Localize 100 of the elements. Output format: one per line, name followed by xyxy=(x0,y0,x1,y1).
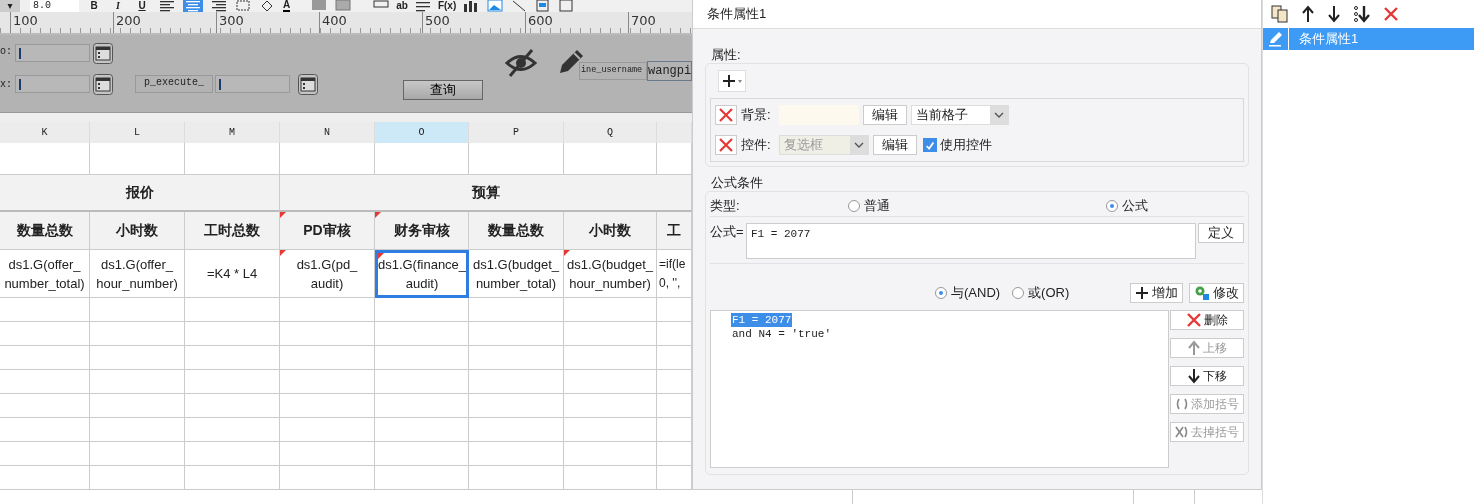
logic-radio[interactable]: 与(AND) xyxy=(935,284,1001,302)
table-cell[interactable] xyxy=(185,346,280,370)
calendar-icon[interactable] xyxy=(93,43,113,64)
table-cell[interactable] xyxy=(375,322,469,346)
add-button[interactable]: 增加 xyxy=(1130,283,1183,303)
table-cell[interactable] xyxy=(90,298,185,322)
table-cell[interactable] xyxy=(469,322,564,346)
table-cell[interactable] xyxy=(0,442,90,466)
table-cell[interactable] xyxy=(280,466,375,490)
table-cell[interactable] xyxy=(185,418,280,442)
table-cell[interactable] xyxy=(469,394,564,418)
eye-slash-icon[interactable] xyxy=(505,48,537,78)
column-header[interactable] xyxy=(657,122,692,143)
table-cell[interactable] xyxy=(375,346,469,370)
image-icon[interactable] xyxy=(486,0,505,12)
table-cell[interactable] xyxy=(90,322,185,346)
table-cell[interactable] xyxy=(280,418,375,442)
format-button[interactable]: I xyxy=(109,0,127,12)
move-bottom-icon[interactable] xyxy=(1353,5,1371,23)
input-field[interactable] xyxy=(15,44,90,62)
delete-icon[interactable] xyxy=(1383,6,1399,22)
table-cell[interactable] xyxy=(280,322,375,346)
move-up-icon[interactable] xyxy=(1301,5,1315,23)
scope-select[interactable]: 当前格子 xyxy=(911,105,1009,125)
modify-button[interactable]: 修改 xyxy=(1189,283,1244,303)
table-cell[interactable] xyxy=(185,322,280,346)
font-size-field[interactable]: 8.0 xyxy=(30,0,79,12)
column-header[interactable]: L xyxy=(90,122,185,143)
table-cell[interactable] xyxy=(0,394,90,418)
column-header[interactable]: Q xyxy=(564,122,657,143)
table-cell[interactable] xyxy=(0,346,90,370)
table-cell[interactable] xyxy=(375,298,469,322)
table-cell[interactable] xyxy=(0,466,90,490)
lines-icon[interactable] xyxy=(413,0,432,12)
table-cell[interactable]: ds1.G(finance_ audit) xyxy=(375,250,469,298)
table-cell[interactable] xyxy=(375,370,469,394)
table-cell[interactable] xyxy=(469,370,564,394)
table-cell[interactable] xyxy=(375,442,469,466)
column-header[interactable]: P xyxy=(469,122,564,143)
table-cell[interactable] xyxy=(185,370,280,394)
table-cell[interactable] xyxy=(90,418,185,442)
input-field[interactable]: wangpi xyxy=(647,61,692,81)
table-cell[interactable] xyxy=(280,442,375,466)
table-cell[interactable] xyxy=(280,370,375,394)
column-header[interactable]: O xyxy=(375,122,469,143)
column-header[interactable]: M xyxy=(185,122,280,143)
table-cell[interactable] xyxy=(90,466,185,490)
formula-input[interactable]: F1 = 2077 xyxy=(746,223,1196,259)
table-cell[interactable] xyxy=(280,394,375,418)
text-box-button[interactable]: ab xyxy=(396,0,408,12)
table-cell[interactable] xyxy=(0,370,90,394)
table-cell[interactable] xyxy=(564,442,657,466)
format-button[interactable]: U xyxy=(133,0,151,12)
table-cell[interactable] xyxy=(469,298,564,322)
logic-radio[interactable]: 或(OR) xyxy=(1012,284,1070,302)
border-icon[interactable] xyxy=(235,0,253,12)
checkbox[interactable] xyxy=(923,138,937,152)
move-down-icon[interactable] xyxy=(1327,5,1341,23)
table-cell[interactable] xyxy=(469,466,564,490)
table-cell[interactable]: ds1.G(pd_ audit) xyxy=(280,250,375,298)
edit-button[interactable]: 编辑 xyxy=(873,135,917,155)
copy-icon[interactable] xyxy=(1271,5,1289,23)
align-icon[interactable] xyxy=(209,0,229,12)
remove-button[interactable] xyxy=(715,135,737,155)
table-cell[interactable] xyxy=(564,418,657,442)
column-header[interactable]: N xyxy=(280,122,375,143)
table-cell[interactable] xyxy=(0,322,90,346)
table-cell[interactable] xyxy=(90,442,185,466)
table-cell[interactable]: =K4 * L4 xyxy=(185,250,280,298)
table-cell[interactable] xyxy=(469,346,564,370)
table-cell[interactable] xyxy=(564,394,657,418)
table-cell[interactable] xyxy=(469,442,564,466)
edit-button[interactable]: 编辑 xyxy=(863,105,907,125)
query-button[interactable]: 查询 xyxy=(403,80,483,100)
use-widget-checkbox[interactable]: 使用控件 xyxy=(923,136,992,154)
format-button[interactable]: B xyxy=(85,0,103,12)
input-field[interactable] xyxy=(215,75,290,93)
table-cell[interactable] xyxy=(185,442,280,466)
type-radio[interactable]: 公式 xyxy=(1106,190,1148,222)
table-cell[interactable] xyxy=(564,370,657,394)
align-icon[interactable] xyxy=(157,0,177,12)
table-cell[interactable] xyxy=(185,298,280,322)
table-cell[interactable] xyxy=(375,394,469,418)
type-radio[interactable]: 普通 xyxy=(848,197,890,215)
table-cell[interactable] xyxy=(0,298,90,322)
table-cell[interactable] xyxy=(564,298,657,322)
table-cell[interactable] xyxy=(375,418,469,442)
table-cell[interactable] xyxy=(90,394,185,418)
formula-button[interactable]: F(x) xyxy=(437,0,457,12)
column-header[interactable]: K xyxy=(0,122,90,143)
table-cell[interactable] xyxy=(90,346,185,370)
table-cell[interactable] xyxy=(564,346,657,370)
table-cell[interactable] xyxy=(375,466,469,490)
table-cell[interactable] xyxy=(280,346,375,370)
table-cell[interactable] xyxy=(185,466,280,490)
define-button[interactable]: 定义 xyxy=(1198,223,1244,243)
list-action-button[interactable]: 删除 xyxy=(1170,310,1244,330)
calendar-icon[interactable] xyxy=(93,74,113,95)
input-field[interactable] xyxy=(15,75,90,93)
condition-item[interactable]: and N4 = 'true' xyxy=(731,327,833,341)
